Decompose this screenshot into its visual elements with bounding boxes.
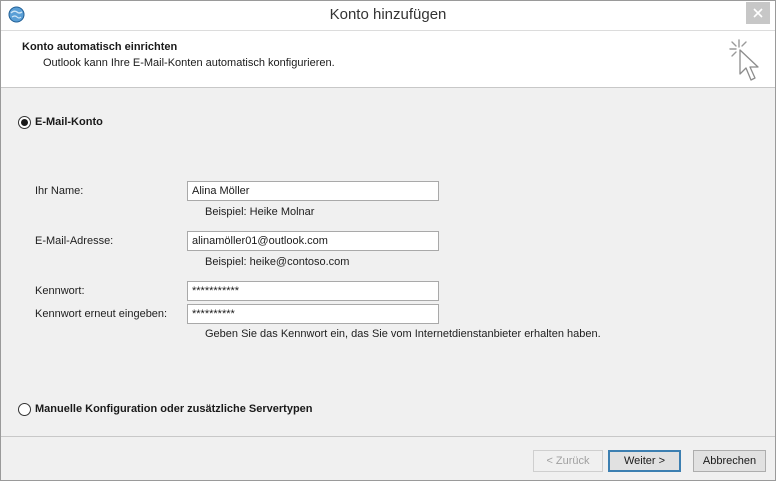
email-input[interactable] [187, 231, 439, 251]
click-cursor-icon [726, 36, 766, 86]
email-account-radio[interactable] [18, 116, 31, 129]
cancel-button[interactable]: Abbrechen [693, 450, 766, 472]
email-label: E-Mail-Adresse: [35, 235, 114, 247]
password-hint: Geben Sie das Kennwort ein, das Sie vom … [205, 328, 601, 340]
email-hint: Beispiel: heike@contoso.com [205, 256, 350, 268]
password-confirm-label: Kennwort erneut eingeben: [35, 308, 168, 320]
account-form-area: E-Mail-Konto Ihr Name: Beispiel: Heike M… [1, 89, 775, 437]
email-account-label[interactable]: E-Mail-Konto [35, 116, 103, 128]
manual-config-label[interactable]: Manuelle Konfiguration oder zusätzliche … [35, 403, 313, 415]
close-button[interactable] [746, 2, 770, 24]
name-input[interactable] [187, 181, 439, 201]
next-button[interactable]: Weiter > [608, 450, 681, 472]
password-label: Kennwort: [35, 285, 85, 297]
radio-selected-dot [21, 119, 28, 126]
wizard-header: Konto automatisch einrichten Outlook kan… [1, 30, 775, 88]
password-input[interactable] [187, 281, 439, 301]
password-confirm-input[interactable] [187, 304, 439, 324]
wizard-footer: < Zurück Weiter > Abbrechen [1, 438, 775, 480]
back-button[interactable]: < Zurück [533, 450, 603, 472]
close-icon [753, 8, 763, 18]
header-subtitle: Outlook kann Ihre E-Mail-Konten automati… [43, 57, 335, 69]
name-label: Ihr Name: [35, 185, 84, 197]
title-bar: Konto hinzufügen [1, 1, 775, 30]
name-hint: Beispiel: Heike Molnar [205, 206, 315, 218]
header-title: Konto automatisch einrichten [22, 41, 178, 53]
add-account-dialog: Konto hinzufügen Konto automatisch einri… [0, 0, 776, 481]
manual-config-radio[interactable] [18, 403, 31, 416]
window-title: Konto hinzufügen [329, 6, 447, 23]
